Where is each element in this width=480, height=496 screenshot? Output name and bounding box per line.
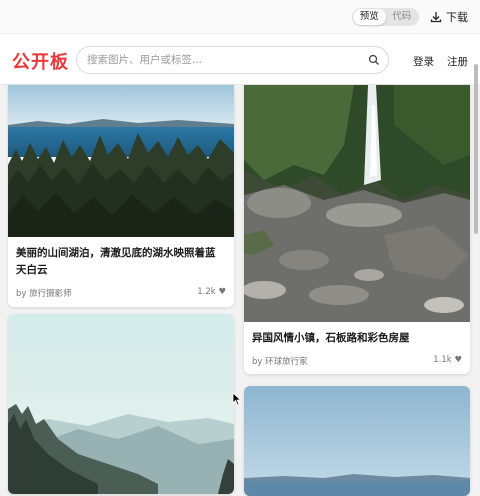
image-card[interactable]: 美丽的山间湖泊，清澈见底的湖水映照着蓝 天白云 by 旅行摄影师 1.2k ♥ <box>8 85 234 307</box>
register-link[interactable]: 注册 <box>447 54 468 69</box>
download-button[interactable]: 下载 <box>430 8 468 26</box>
download-label: 下载 <box>446 11 468 24</box>
card-likes: 1.1k ♥ <box>433 355 462 365</box>
code-tab[interactable]: 代码 <box>386 9 419 25</box>
search-input[interactable] <box>87 52 357 68</box>
download-icon <box>430 12 442 23</box>
preview-code-toggle[interactable]: 预览 代码 <box>352 8 419 26</box>
image-card[interactable] <box>244 386 470 496</box>
card-title-line2: 天白云 <box>16 264 48 276</box>
login-link[interactable]: 登录 <box>413 54 434 69</box>
card-title-line1: 美丽的山间湖泊，清澈见底的湖水映照着蓝 <box>16 247 216 259</box>
waterfall-photo <box>244 85 470 322</box>
lake-photo <box>8 85 234 237</box>
page-scrollbar[interactable] <box>474 64 478 234</box>
misty-mountain-photo <box>8 314 234 494</box>
top-toolbar: 预览 代码 下载 <box>0 0 480 34</box>
card-author[interactable]: by 环球旅行家 <box>252 355 308 367</box>
card-title[interactable]: 异国风情小镇，石板路和彩色房屋 <box>252 330 410 347</box>
search-icon[interactable] <box>368 54 380 66</box>
image-card[interactable]: 异国风情小镇，石板路和彩色房屋 by 环球旅行家 1.1k ♥ <box>244 85 470 374</box>
card-title[interactable]: 美丽的山间湖泊，清澈见底的湖水映照着蓝 天白云 <box>16 245 216 279</box>
site-logo[interactable]: 公开板 <box>12 48 69 74</box>
seascape-photo <box>244 386 470 496</box>
search-bar[interactable] <box>76 46 389 74</box>
mouse-cursor-icon <box>232 392 242 406</box>
card-author[interactable]: by 旅行摄影师 <box>16 287 72 299</box>
image-card[interactable] <box>8 314 234 494</box>
preview-tab[interactable]: 预览 <box>353 9 386 25</box>
site-header: 公开板 登录 注册 <box>0 34 480 85</box>
card-likes: 1.2k ♥ <box>197 287 226 297</box>
